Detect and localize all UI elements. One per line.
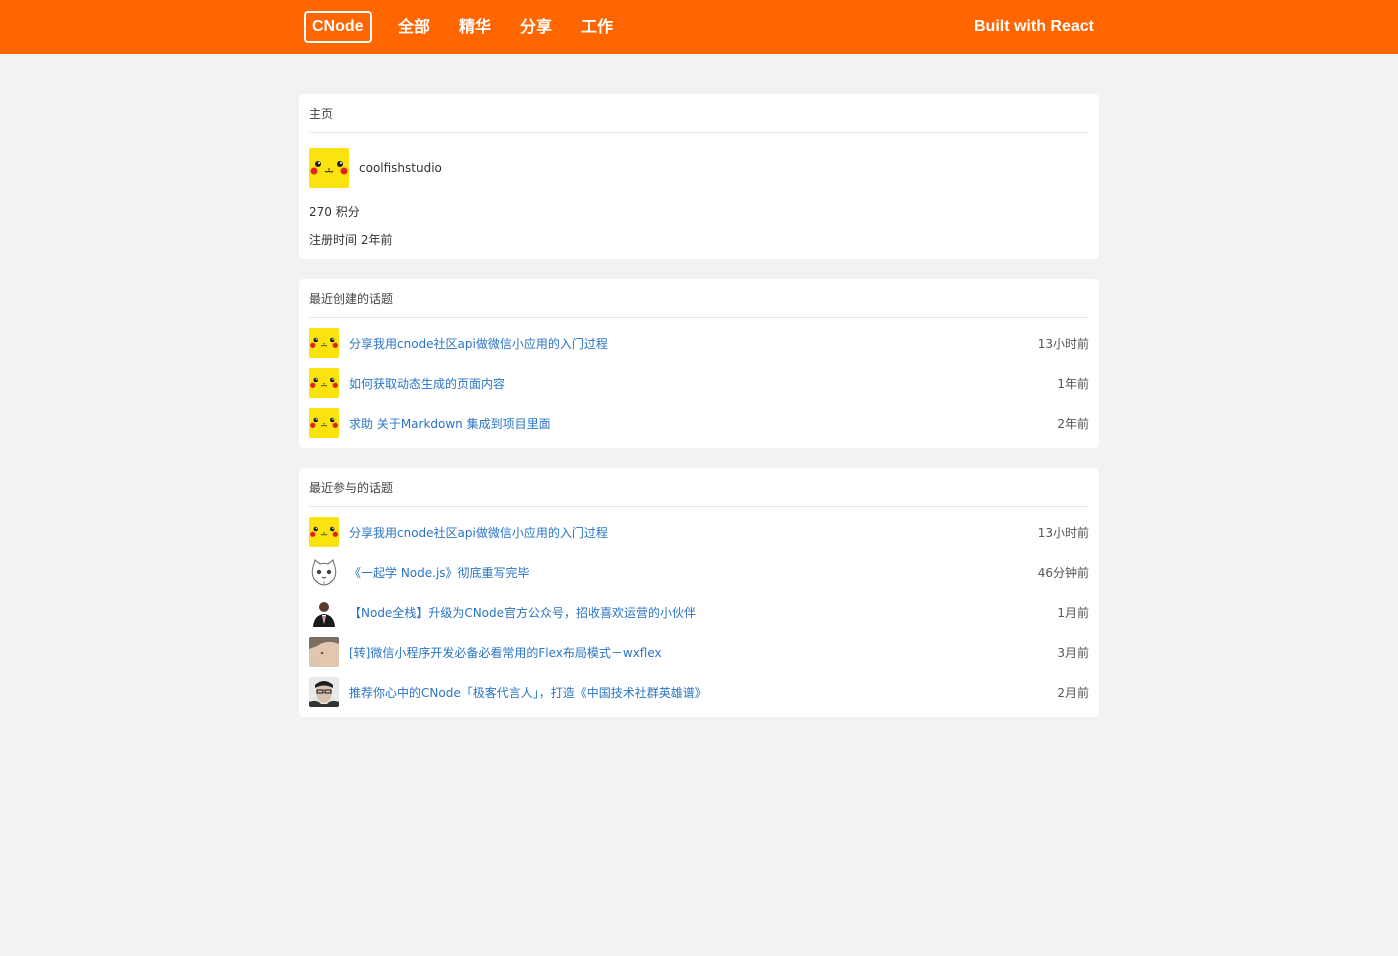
joined-heading: 最近参与的话题 [309,468,1089,507]
list-item: 《一起学 Node.js》彻底重写完毕 46分钟前 [309,552,1089,592]
nav-good[interactable]: 精华 [459,0,491,54]
topic-link[interactable]: 求助 关于Markdown 集成到项目里面 [349,415,1057,432]
pikachu-avatar[interactable] [309,517,339,547]
topic-time: 2年前 [1057,416,1089,431]
user-registered: 注册时间 2年前 [309,233,393,247]
topic-time: 13小时前 [1037,525,1089,540]
profile-heading: 主页 [309,94,1089,133]
created-heading: 最近创建的话题 [309,279,1089,318]
person-glasses-avatar[interactable] [309,677,339,707]
topic-link[interactable]: 《一起学 Node.js》彻底重写完毕 [349,564,1038,581]
username: coolfishstudio [359,161,442,175]
user-score: 270 积分 [309,205,360,219]
person-suit-avatar[interactable] [309,597,339,627]
main-nav: 全部 精华 分享 工作 [398,0,642,54]
pikachu-avatar[interactable] [309,408,339,438]
nav-job[interactable]: 工作 [581,0,613,54]
list-item: 如何获取动态生成的页面内容 1年前 [309,363,1089,403]
pikachu-avatar[interactable] [309,328,339,358]
topic-link[interactable]: 【Node全栈】升级为CNode官方公众号，招收喜欢运营的小伙伴 [349,604,1057,621]
list-item: 【Node全栈】升级为CNode官方公众号，招收喜欢运营的小伙伴 1月前 [309,592,1089,632]
nav-share[interactable]: 分享 [520,0,552,54]
person-photo-avatar[interactable] [309,637,339,667]
topic-time: 3月前 [1057,645,1089,660]
created-topics-panel: 最近创建的话题 分享我用cnode社区api做微信小应用的入门过程 13小时前 … [299,279,1099,448]
list-item: 分享我用cnode社区api做微信小应用的入门过程 13小时前 [309,512,1089,552]
topic-time: 1月前 [1057,605,1089,620]
topic-link[interactable]: 分享我用cnode社区api做微信小应用的入门过程 [349,335,1038,352]
pikachu-avatar[interactable] [309,368,339,398]
topic-link[interactable]: 分享我用cnode社区api做微信小应用的入门过程 [349,524,1038,541]
topic-link[interactable]: [转]微信小程序开发必备必看常用的Flex布局模式－wxflex [349,644,1057,661]
cat-avatar[interactable] [309,557,339,587]
topic-time: 2月前 [1057,685,1089,700]
topic-time: 1年前 [1057,376,1089,391]
list-item: 推荐你心中的CNode「极客代言人」，打造《中国技术社群英雄谱》 2月前 [309,672,1089,712]
built-with-react: Built with React [973,18,1094,35]
topic-time: 46分钟前 [1037,565,1089,580]
joined-topics-panel: 最近参与的话题 分享我用cnode社区api做微信小应用的入门过程 13小时前 … [299,468,1099,717]
profile-panel: 主页 coolfishstudio 270 积分 注册时间 2年前 [299,94,1099,259]
top-navbar: CNode 全部 精华 分享 工作 Built with React [0,0,1398,54]
user-row: coolfishstudio [309,143,1089,193]
list-item: [转]微信小程序开发必备必看常用的Flex布局模式－wxflex 3月前 [309,632,1089,672]
topic-link[interactable]: 如何获取动态生成的页面内容 [349,375,1057,392]
nav-all[interactable]: 全部 [398,0,430,54]
pikachu-avatar[interactable] [309,148,349,188]
topic-link[interactable]: 推荐你心中的CNode「极客代言人」，打造《中国技术社群英雄谱》 [349,684,1057,701]
list-item: 求助 关于Markdown 集成到项目里面 2年前 [309,403,1089,443]
cnode-logo[interactable]: CNode [304,11,372,43]
list-item: 分享我用cnode社区api做微信小应用的入门过程 13小时前 [309,323,1089,363]
topic-time: 13小时前 [1037,336,1089,351]
